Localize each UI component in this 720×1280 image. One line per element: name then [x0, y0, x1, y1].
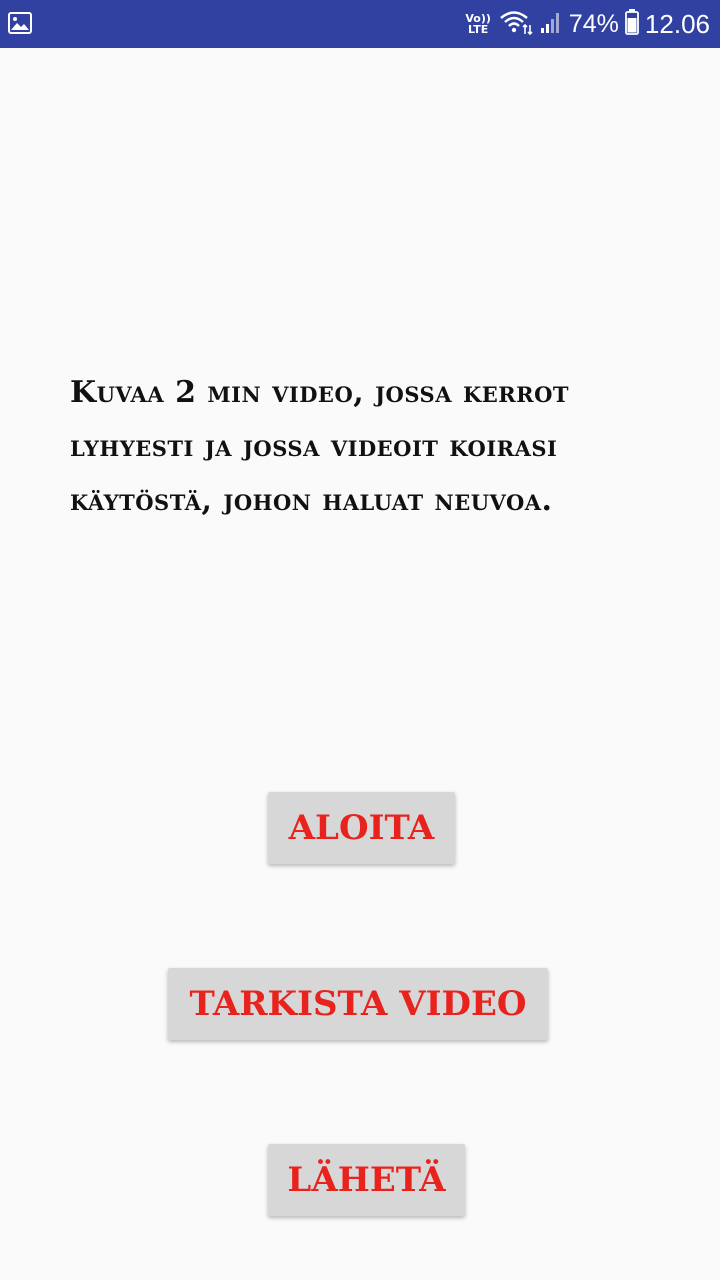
status-bar: Vo)) LTE 74% 12.06	[0, 0, 720, 48]
start-button[interactable]: ALOITA	[268, 792, 455, 864]
signal-icon	[539, 10, 563, 39]
image-icon	[8, 12, 32, 34]
send-button[interactable]: LÄHETÄ	[268, 1144, 465, 1216]
battery-icon	[625, 8, 639, 40]
wifi-icon	[499, 9, 533, 40]
battery-percent: 74%	[568, 9, 619, 38]
status-icons: Vo)) LTE 74% 12.06	[465, 0, 710, 48]
instruction-text: Kuvaa 2 min video, jossa kerrot lyhyesti…	[70, 375, 570, 518]
volte-indicator: Vo)) LTE	[465, 13, 491, 35]
clock: 12.06	[644, 8, 710, 39]
check-video-button[interactable]: TARKISTA VIDEO	[168, 968, 548, 1040]
volte-bottom-label: LTE	[468, 23, 489, 36]
